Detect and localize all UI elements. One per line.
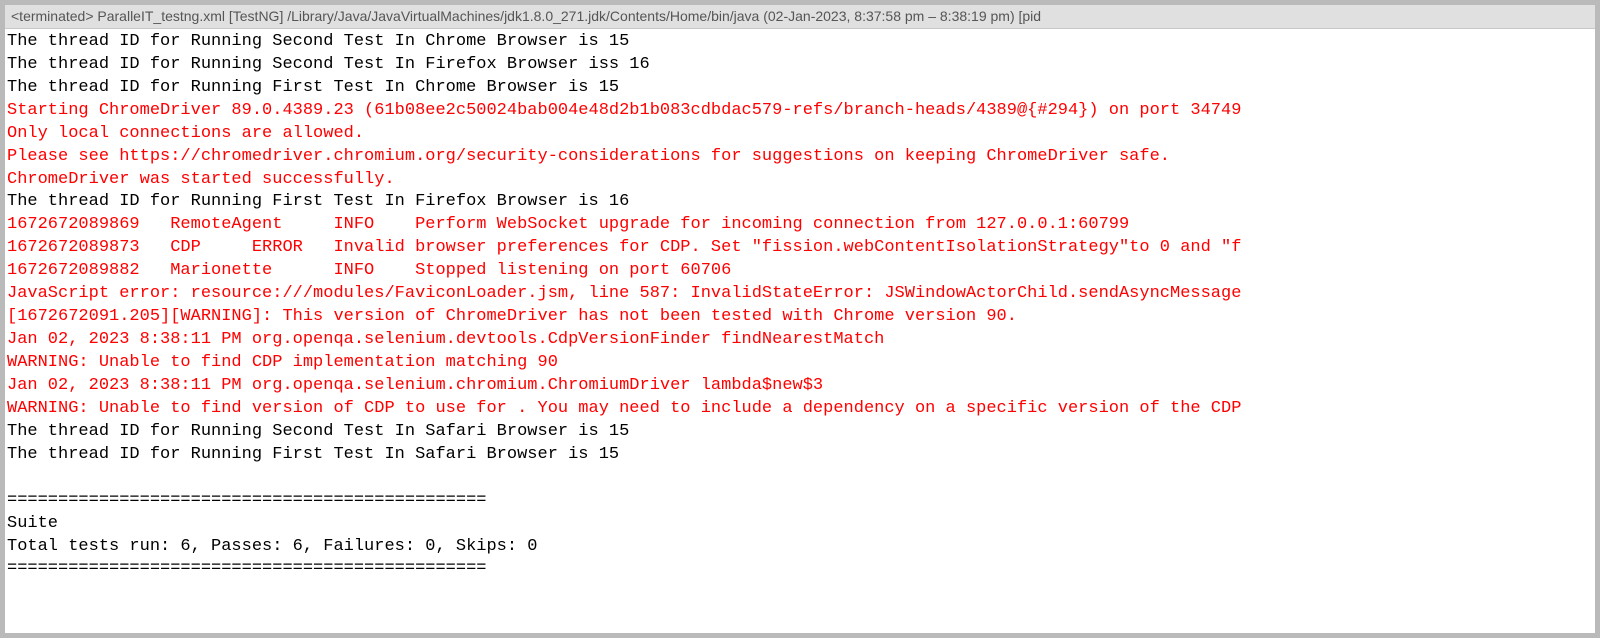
console-line: The thread ID for Running First Test In … <box>7 77 1593 100</box>
console-line: ========================================… <box>7 490 1593 513</box>
console-line: 1672672089882 Marionette INFO Stopped li… <box>7 260 1593 283</box>
console-line: 1672672089873 CDP ERROR Invalid browser … <box>7 237 1593 260</box>
console-line: [1672672091.205][WARNING]: This version … <box>7 306 1593 329</box>
console-line: The thread ID for Running Second Test In… <box>7 31 1593 54</box>
console-line: The thread ID for Running First Test In … <box>7 191 1593 214</box>
console-line: JavaScript error: resource:///modules/Fa… <box>7 283 1593 306</box>
console-line: 1672672089869 RemoteAgent INFO Perform W… <box>7 214 1593 237</box>
console-line: ChromeDriver was started successfully. <box>7 169 1593 192</box>
console-line: ========================================… <box>7 558 1593 581</box>
console-line: Only local connections are allowed. <box>7 123 1593 146</box>
console-line: The thread ID for Running Second Test In… <box>7 54 1593 77</box>
console-line <box>7 467 1593 490</box>
console-line: The thread ID for Running First Test In … <box>7 444 1593 467</box>
console-line: The thread ID for Running Second Test In… <box>7 421 1593 444</box>
console-line: Total tests run: 6, Passes: 6, Failures:… <box>7 536 1593 559</box>
console-launch-title: <terminated> ParalleIT_testng.xml [TestN… <box>11 8 1041 24</box>
console-line: Suite <box>7 513 1593 536</box>
console-output[interactable]: The thread ID for Running Second Test In… <box>5 29 1595 584</box>
console-line: WARNING: Unable to find CDP implementati… <box>7 352 1593 375</box>
console-line: WARNING: Unable to find version of CDP t… <box>7 398 1593 421</box>
console-line: Jan 02, 2023 8:38:11 PM org.openqa.selen… <box>7 375 1593 398</box>
console-line: Starting ChromeDriver 89.0.4389.23 (61b0… <box>7 100 1593 123</box>
console-view: <terminated> ParalleIT_testng.xml [TestN… <box>5 5 1595 633</box>
console-line: Please see https://chromedriver.chromium… <box>7 146 1593 169</box>
console-header: <terminated> ParalleIT_testng.xml [TestN… <box>5 5 1595 29</box>
console-line: Jan 02, 2023 8:38:11 PM org.openqa.selen… <box>7 329 1593 352</box>
